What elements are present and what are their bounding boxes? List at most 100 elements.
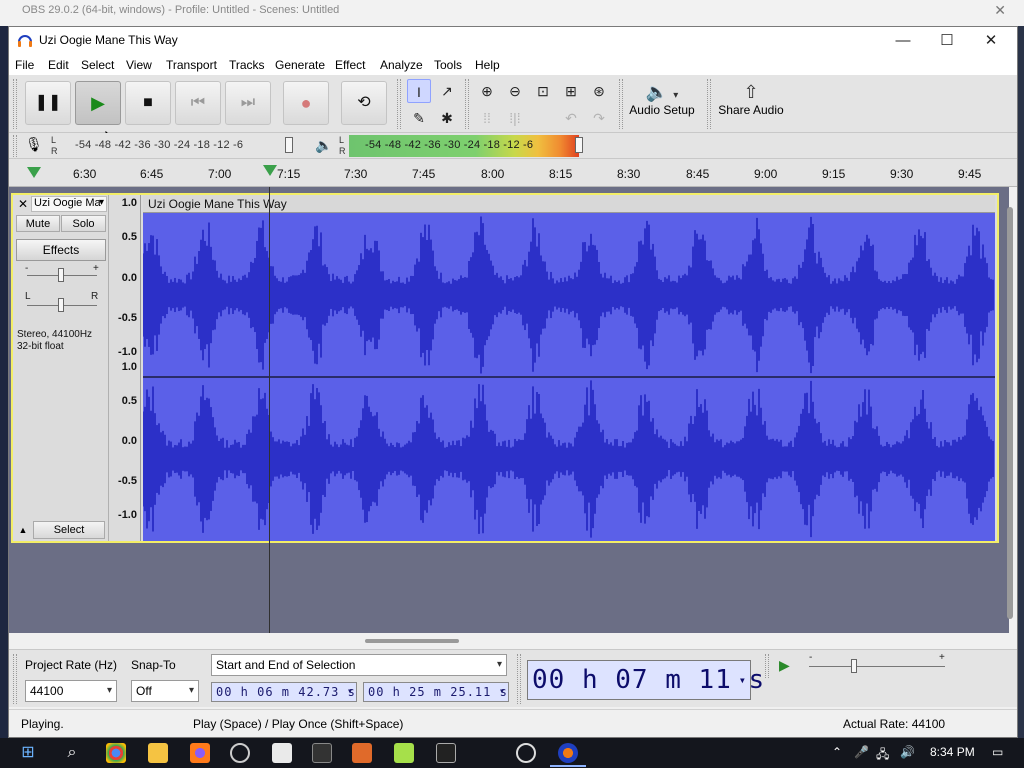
share-grip[interactable] [707,79,711,129]
play-at-speed-button[interactable]: ▶ [779,654,801,676]
title-bar[interactable]: Uzi Oogie Mane This Way — ☐ ✕ [9,27,1017,55]
mute-button[interactable]: Mute [16,215,60,232]
fit-project-button[interactable]: ⊞ [559,79,583,103]
zoom-out-button[interactable]: ⊖ [503,79,527,103]
notepad-icon[interactable] [394,743,414,763]
audio-setup-button[interactable]: 🔈 ▾ Audio Setup [627,77,697,131]
audio-setup-grip[interactable] [619,79,623,129]
redo-button[interactable]: ↷ [587,106,611,130]
chrome-icon[interactable] [106,743,126,763]
record-button[interactable]: ● [283,81,329,125]
tray-overflow-icon[interactable]: ⌃ [832,745,842,759]
selection-tool[interactable]: I [407,79,431,103]
xmind-icon[interactable] [476,743,496,763]
menu-help[interactable]: Help [475,58,500,72]
clip-header[interactable]: Uzi Oogie Mane This Way [143,195,995,213]
record-level-slider[interactable] [285,137,293,153]
media-player-icon[interactable] [516,743,536,763]
network-icon[interactable]: 🖧 [876,745,889,766]
selection-mode-select[interactable]: Start and End of Selection ▾ [211,654,507,676]
zoom-toggle-button[interactable]: ⊛ [587,79,611,103]
track-name-menu[interactable]: Uzi Oogie Ma ▾ [31,196,107,212]
terminal-icon[interactable] [312,743,332,763]
waveform[interactable] [143,213,995,541]
silence-button[interactable]: ⁞|⁞ [503,106,527,130]
microphone-icon[interactable]: 🎙 [25,136,43,153]
record-meter-scale[interactable]: -54 -48 -42 -36 -30 -24 -18 -12 -6 [75,139,243,151]
clock[interactable]: 8:34 PM [930,745,975,759]
meter-grip[interactable] [13,135,17,157]
audacity-taskbar-icon[interactable] [558,743,578,763]
tools-grip[interactable] [397,79,401,129]
menu-tracks[interactable]: Tracks [229,58,265,72]
snap-to-select[interactable]: Off ▾ [131,680,199,702]
stop-button[interactable]: ■ [125,81,171,125]
pan-slider[interactable] [58,298,64,312]
share-audio-button[interactable]: ⇧ Share Audio [715,77,787,131]
track-area[interactable]: ✕ Uzi Oogie Ma ▾ Mute Solo Effects - + L… [9,187,1009,633]
draw-tool[interactable]: ✎ [407,106,431,130]
time-grip[interactable] [517,654,521,704]
vertical-scrollbar[interactable] [1007,207,1013,619]
audio-track[interactable]: ✕ Uzi Oogie Ma ▾ Mute Solo Effects - + L… [11,193,999,543]
horizontal-scroll-grip[interactable] [365,639,459,643]
playback-level-slider[interactable] [575,137,583,153]
speaker-meter-icon[interactable]: 🔈 [315,137,332,154]
undo-button[interactable]: ↶ [559,106,583,130]
track-select-button[interactable]: Select [33,521,105,539]
menu-analyze[interactable]: Analyze [380,58,423,72]
pause-button[interactable]: ❚❚ [25,81,71,125]
play-region-start-icon[interactable] [27,167,41,178]
audio-position-time[interactable]: 00 h 07 m 11 s ▾ [527,660,764,700]
selection-grip[interactable] [13,654,17,704]
solo-button[interactable]: Solo [61,215,106,232]
menu-file[interactable]: File [15,58,34,72]
skip-to-end-button[interactable]: ⏭ [225,81,271,125]
fit-selection-button[interactable]: ⊡ [531,79,555,103]
collapse-track-icon[interactable]: ▲ [16,523,30,537]
menu-tools[interactable]: Tools [434,58,462,72]
microphone-tray-icon[interactable]: 🎤 [854,745,869,759]
notification-icon[interactable]: ▭ [992,745,1003,759]
trim-button[interactable]: ⁞⁞ [475,106,499,130]
minimize-button[interactable]: — [881,29,925,53]
play-speed-slider[interactable] [851,659,857,673]
menu-view[interactable]: View [126,58,152,72]
maximize-button[interactable]: ☐ [925,29,969,53]
7zip-icon[interactable] [436,743,456,763]
menu-select[interactable]: Select [81,58,114,72]
selection-start-time[interactable]: 00 h 06 m 42.73 s ▾ [211,682,357,702]
background-close-icon: ✕ [994,2,1006,18]
gain-slider[interactable] [58,268,64,282]
playhead-marker-icon[interactable] [263,165,277,176]
play-button[interactable]: ▶ [75,81,121,125]
project-rate-select[interactable]: 44100 ▾ [25,680,117,702]
menu-generate[interactable]: Generate [275,58,325,72]
camera-app-icon[interactable] [272,743,292,763]
playspeed-grip[interactable] [765,654,769,678]
timeline-ruler[interactable]: 6:30 6:45 7:00 7:15 7:30 7:45 8:00 8:15 … [9,159,1017,187]
playback-meter[interactable]: -54 -48 -42 -36 -30 -24 -18 -12 -6 [349,135,579,157]
selection-end-time[interactable]: 00 h 25 m 25.11 s ▾ [363,682,509,702]
toolbar-grip[interactable] [13,79,17,129]
track-close-button[interactable]: ✕ [15,197,31,211]
volume-icon[interactable]: 🔊 [900,745,915,759]
envelope-tool[interactable]: ↗ [435,79,459,103]
app-icon[interactable] [352,743,372,763]
effects-button[interactable]: Effects [16,239,106,261]
obs-icon[interactable] [230,743,250,763]
menu-effect[interactable]: Effect [335,58,365,72]
search-icon[interactable]: ⌕ [62,743,82,763]
menu-edit[interactable]: Edit [48,58,69,72]
multi-tool[interactable]: ✱ [435,106,459,130]
start-button[interactable]: ⊞ [18,743,38,763]
edit-grip[interactable] [465,79,469,129]
file-explorer-icon[interactable] [148,743,168,763]
skip-to-start-button[interactable]: ⏮ [175,81,221,125]
zoom-in-button[interactable]: ⊕ [475,79,499,103]
loop-button[interactable]: ⟲ [341,81,387,125]
vertical-ruler[interactable]: 1.0 0.5 0.0 -0.5 -1.0 1.0 0.5 0.0 -0.5 -… [110,195,141,541]
close-button[interactable]: ✕ [969,29,1013,53]
menu-transport[interactable]: Transport [166,58,217,72]
firefox-icon[interactable] [190,743,210,763]
